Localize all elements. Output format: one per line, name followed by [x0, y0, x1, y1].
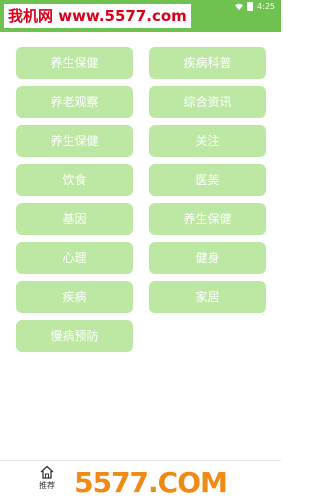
category-button[interactable]: 慢病预防	[16, 320, 133, 352]
category-button[interactable]: 养生保健	[16, 125, 133, 157]
category-button[interactable]: 养生保健	[149, 203, 266, 235]
status-bar: 我机网 www.5577.com 4:25	[0, 0, 281, 32]
battery-icon	[247, 2, 254, 11]
home-icon	[40, 465, 54, 479]
category-button[interactable]: 疾病科普	[149, 47, 266, 79]
category-button[interactable]: 饮食	[16, 164, 133, 196]
category-button[interactable]: 基因	[16, 203, 133, 235]
tab-recommend-label: 推荐	[39, 481, 55, 490]
status-time: 4:25	[257, 2, 275, 11]
category-button[interactable]: 养老观察	[16, 86, 133, 118]
category-button[interactable]: 医美	[149, 164, 266, 196]
category-button[interactable]: 关注	[149, 125, 266, 157]
site-logo: 5577.COM	[60, 466, 241, 500]
site-watermark: 我机网 www.5577.com	[4, 4, 191, 28]
category-button[interactable]: 家居	[149, 281, 266, 313]
status-icons: 4:25	[235, 2, 275, 11]
category-button[interactable]: 养生保健	[16, 47, 133, 79]
category-button[interactable]: 综合资讯	[149, 86, 266, 118]
wifi-icon	[235, 3, 244, 10]
category-button[interactable]: 心理	[16, 242, 133, 274]
category-button[interactable]: 疾病	[16, 281, 133, 313]
tab-recommend[interactable]: 推荐	[33, 465, 61, 491]
category-button[interactable]: 健身	[149, 242, 266, 274]
